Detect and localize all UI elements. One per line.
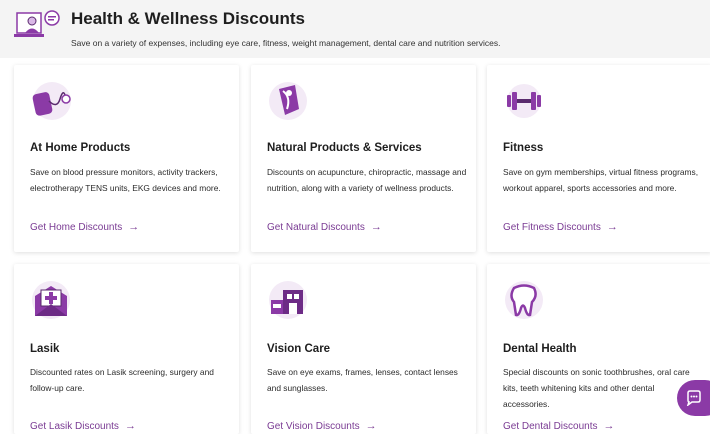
tooth-icon: [505, 281, 543, 319]
card-description: Save on gym memberships, virtual fitness…: [503, 167, 699, 193]
page-title: Health & Wellness Discounts: [71, 9, 305, 28]
link-label: Get Fitness Discounts: [503, 222, 601, 233]
get-natural-discounts-link[interactable]: Get Natural Discounts →: [267, 221, 382, 233]
card-title: Fitness: [503, 142, 544, 154]
card-description: Discounted rates on Lasik screening, sur…: [30, 367, 214, 393]
chat-bubble-icon: [686, 390, 701, 406]
arrow-right-icon: →: [370, 221, 382, 233]
blood-pressure-monitor-icon: [32, 82, 71, 120]
get-fitness-discounts-link[interactable]: Get Fitness Discounts →: [503, 221, 618, 233]
card-title: Vision Care: [267, 343, 331, 355]
page-subtitle: Save on a variety of expenses, including…: [71, 38, 501, 48]
eye-care-store-icon: [269, 281, 307, 319]
arrow-right-icon: →: [603, 420, 615, 432]
card-description: Discounts on acupuncture, chiropractic, …: [267, 167, 467, 193]
arrow-right-icon: →: [365, 420, 377, 432]
chat-button[interactable]: [677, 380, 710, 416]
card-description: Special discounts on sonic toothbrushes,…: [503, 367, 690, 409]
natural-products-icon: [269, 82, 307, 120]
card-dental-health: Dental Health Special discounts on sonic…: [487, 264, 710, 434]
card-at-home-products: At Home Products Save on blood pressure …: [14, 65, 239, 252]
card-fitness: Fitness Save on gym memberships, virtual…: [487, 65, 710, 252]
presentation-doctor-icon: [14, 10, 60, 37]
get-lasik-discounts-link[interactable]: Get Lasik Discounts →: [30, 420, 136, 432]
card-title: Dental Health: [503, 343, 577, 355]
card-title: Natural Products & Services: [267, 142, 422, 154]
card-title: At Home Products: [30, 142, 131, 154]
card-natural-products: Natural Products & Services Discounts on…: [251, 65, 476, 252]
medical-envelope-icon: [32, 281, 70, 319]
arrow-right-icon: →: [128, 221, 140, 233]
card-vision-care: Vision Care Save on eye exams, frames, l…: [251, 264, 476, 434]
get-home-discounts-link[interactable]: Get Home Discounts →: [30, 221, 139, 233]
card-description: Save on blood pressure monitors, activit…: [30, 167, 221, 193]
card-lasik: Lasik Discounted rates on Lasik screenin…: [14, 264, 239, 434]
get-vision-discounts-link[interactable]: Get Vision Discounts →: [267, 420, 377, 432]
arrow-right-icon: →: [124, 420, 136, 432]
arrow-right-icon: →: [606, 221, 618, 233]
card-title: Lasik: [30, 343, 60, 355]
get-dental-discounts-link[interactable]: Get Dental Discounts →: [503, 420, 615, 432]
dumbbell-icon: [507, 84, 541, 118]
page-header: Health & Wellness Discounts Save on a va…: [0, 0, 710, 58]
link-label: Get Home Discounts: [30, 222, 123, 233]
link-label: Get Natural Discounts: [267, 222, 365, 233]
card-description: Save on eye exams, frames, lenses, conta…: [267, 367, 458, 393]
